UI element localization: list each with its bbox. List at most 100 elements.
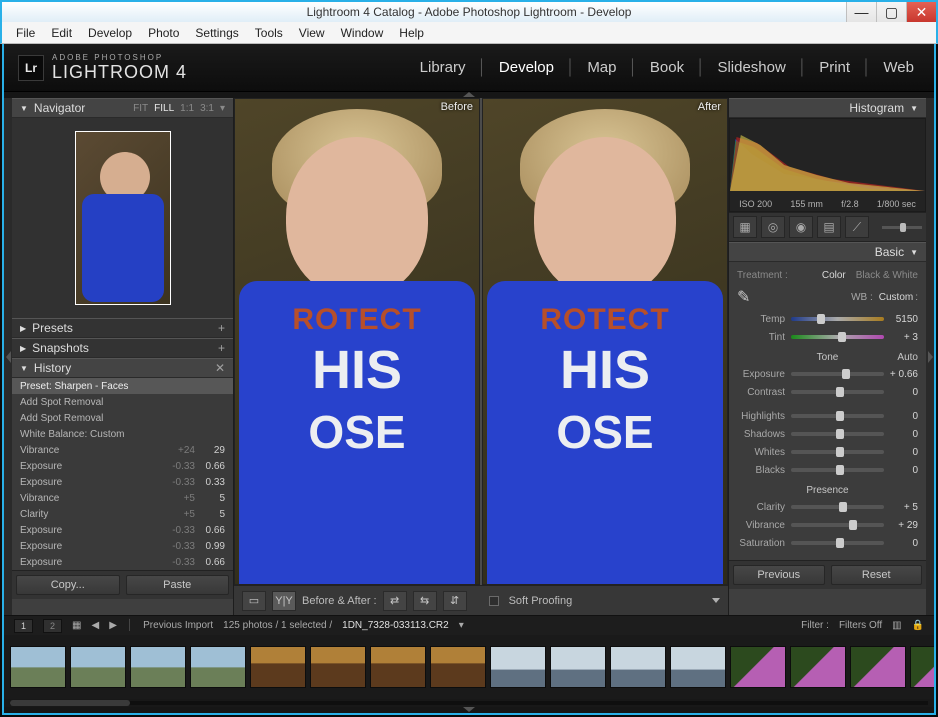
filmstrip-thumb[interactable] <box>850 646 906 688</box>
wb-dropdown[interactable]: Custom <box>879 292 913 303</box>
history-row[interactable]: Vibrance+55 <box>12 490 233 506</box>
menu-view[interactable]: View <box>293 23 331 43</box>
menu-photo[interactable]: Photo <box>142 23 185 43</box>
module-book[interactable]: Book <box>644 55 690 80</box>
filmstrip-thumb[interactable] <box>550 646 606 688</box>
redeye-tool-icon[interactable]: ◉ <box>789 216 813 238</box>
main-window-indicator[interactable]: 1 <box>14 619 33 633</box>
treatment-bw[interactable]: Black & White <box>856 270 918 281</box>
add-snapshot-icon[interactable]: + <box>218 341 225 355</box>
bottom-panel-arrow[interactable] <box>4 707 934 713</box>
blacks-slider[interactable] <box>791 468 884 472</box>
minimize-button[interactable]: — <box>846 2 876 22</box>
filmstrip[interactable] <box>4 635 934 699</box>
before-after-view[interactable]: Before ROTECTHISOSE After ROTECTHISOSE <box>234 98 728 585</box>
tint-slider[interactable] <box>791 335 884 339</box>
maximize-button[interactable]: ▢ <box>876 2 906 22</box>
filmstrip-thumb[interactable] <box>430 646 486 688</box>
contrast-slider[interactable] <box>791 390 884 394</box>
menu-window[interactable]: Window <box>335 23 390 43</box>
adjustment-brush-tool-icon[interactable]: ⟋ <box>845 216 869 238</box>
reset-button[interactable]: Reset <box>831 565 923 585</box>
filter-menu-icon[interactable]: ▥ <box>892 620 901 631</box>
menu-file[interactable]: File <box>10 23 41 43</box>
scrollbar-handle[interactable] <box>10 700 130 706</box>
nav-3-1[interactable]: 3:1 <box>200 103 214 114</box>
filter-value[interactable]: Filters Off <box>839 620 882 631</box>
history-row[interactable]: Add Spot Removal <box>12 394 233 410</box>
vibrance-slider[interactable] <box>791 523 884 527</box>
module-web[interactable]: Web <box>877 55 920 80</box>
basic-header[interactable]: Basic ▼ <box>729 242 926 262</box>
navigator-preview[interactable] <box>12 118 233 318</box>
history-row[interactable]: Exposure-0.330.99 <box>12 538 233 554</box>
clear-history-icon[interactable]: ✕ <box>215 361 225 375</box>
filmstrip-scrollbar[interactable] <box>4 699 934 707</box>
snapshots-header[interactable]: ▶ Snapshots + <box>12 338 233 358</box>
menu-tools[interactable]: Tools <box>249 23 289 43</box>
crop-tool-icon[interactable]: ▦ <box>733 216 757 238</box>
filmstrip-thumb[interactable] <box>190 646 246 688</box>
treatment-color[interactable]: Color <box>822 270 846 281</box>
grid-icon[interactable]: ▦ <box>72 620 81 631</box>
history-row[interactable]: Exposure-0.330.66 <box>12 554 233 570</box>
filmstrip-thumb[interactable] <box>70 646 126 688</box>
tool-amount-slider[interactable] <box>882 226 922 229</box>
auto-tone-button[interactable]: Auto <box>897 352 918 363</box>
wb-dropdown-icon[interactable]: : <box>915 292 918 303</box>
histogram-header[interactable]: Histogram ▼ <box>729 98 926 118</box>
add-preset-icon[interactable]: + <box>218 321 225 335</box>
whites-slider[interactable] <box>791 450 884 454</box>
history-row[interactable]: Add Spot Removal <box>12 410 233 426</box>
filmstrip-thumb[interactable] <box>10 646 66 688</box>
highlights-slider[interactable] <box>791 414 884 418</box>
loupe-view-icon[interactable]: ▭ <box>242 591 266 611</box>
filmstrip-thumb[interactable] <box>370 646 426 688</box>
second-window-indicator[interactable]: 2 <box>43 619 62 633</box>
filmstrip-thumb[interactable] <box>730 646 786 688</box>
filmstrip-thumb[interactable] <box>130 646 186 688</box>
copy-after-to-before-icon[interactable]: ⇵ <box>443 591 467 611</box>
filmstrip-thumb[interactable] <box>610 646 666 688</box>
menu-settings[interactable]: Settings <box>189 23 244 43</box>
nav-fit[interactable]: FIT <box>133 103 148 114</box>
module-slideshow[interactable]: Slideshow <box>711 55 791 80</box>
filmstrip-thumb[interactable] <box>310 646 366 688</box>
filmstrip-source-menu-icon[interactable]: ▾ <box>459 620 464 631</box>
temp-slider[interactable] <box>791 317 884 321</box>
history-row[interactable]: Exposure-0.330.66 <box>12 522 233 538</box>
history-row[interactable]: Clarity+55 <box>12 506 233 522</box>
history-header[interactable]: ▼ History ✕ <box>12 358 233 378</box>
history-row[interactable]: Exposure-0.330.66 <box>12 458 233 474</box>
filter-lock-icon[interactable]: 🔒 <box>912 620 924 631</box>
history-row[interactable]: Exposure-0.330.33 <box>12 474 233 490</box>
module-print[interactable]: Print <box>813 55 856 80</box>
filmstrip-thumb[interactable] <box>490 646 546 688</box>
filmstrip-thumb[interactable] <box>250 646 306 688</box>
histogram-view[interactable]: ISO 200 155 mm f/2.8 1/800 sec <box>729 118 926 212</box>
previous-button[interactable]: Previous <box>733 565 825 585</box>
saturation-slider[interactable] <box>791 541 884 545</box>
graduated-filter-tool-icon[interactable]: ▤ <box>817 216 841 238</box>
shadows-slider[interactable] <box>791 432 884 436</box>
clarity-slider[interactable] <box>791 505 884 509</box>
module-map[interactable]: Map <box>581 55 622 80</box>
soft-proofing-checkbox[interactable] <box>489 596 499 606</box>
left-panel-arrow[interactable] <box>4 98 12 615</box>
history-row[interactable]: White Balance: Custom <box>12 426 233 442</box>
nav-fill[interactable]: FILL <box>154 103 174 114</box>
right-panel-arrow[interactable] <box>926 98 934 615</box>
swap-before-after-icon[interactable]: ⇄ <box>383 591 407 611</box>
history-row[interactable]: Vibrance+2429 <box>12 442 233 458</box>
exposure-slider[interactable] <box>791 372 884 376</box>
prev-photo-icon[interactable]: ◀ <box>91 620 99 631</box>
nav-zoom-menu-icon[interactable]: ▾ <box>220 103 225 114</box>
close-button[interactable]: ✕ <box>906 2 936 22</box>
toolbar-menu-icon[interactable] <box>712 598 720 603</box>
module-library[interactable]: Library <box>414 55 472 80</box>
menu-develop[interactable]: Develop <box>82 23 138 43</box>
filmstrip-thumb[interactable] <box>910 646 934 688</box>
filmstrip-thumb[interactable] <box>670 646 726 688</box>
eyedropper-icon[interactable]: ✎ <box>737 287 750 307</box>
filmstrip-source[interactable]: Previous Import <box>143 620 213 631</box>
